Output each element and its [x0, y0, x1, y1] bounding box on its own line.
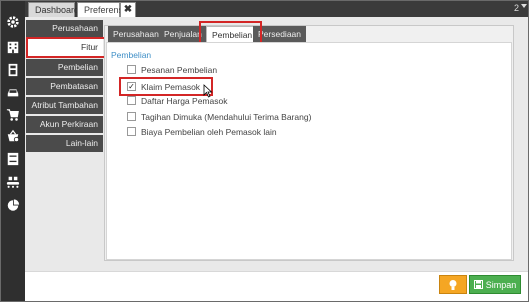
conveyor-icon[interactable] — [5, 174, 21, 190]
window-count[interactable]: 2 — [514, 3, 519, 13]
save-button-label: Simpan — [485, 279, 517, 290]
sidebar-item-pembatasan[interactable]: Pembatasan — [26, 78, 103, 95]
option-tagihan-dimuka[interactable]: Tagihan Dimuka (Mendahului Terima Barang… — [127, 111, 311, 122]
option-label: Tagihan Dimuka (Mendahului Terima Barang… — [141, 111, 312, 122]
sidebar-item-atribut-tambahan[interactable]: Atribut Tambahan — [26, 97, 103, 114]
option-pesanan-pembelian[interactable]: Pesanan Pembelian — [127, 64, 217, 75]
lightbulb-icon — [449, 279, 457, 290]
option-highlight-box — [119, 77, 213, 96]
sidebar-highlight-box — [26, 37, 106, 58]
option-label: Pesanan Pembelian — [141, 64, 218, 75]
car-icon[interactable] — [5, 84, 21, 100]
checkbox[interactable] — [127, 112, 136, 121]
checkbox[interactable] — [127, 96, 136, 105]
close-tab-icon[interactable]: ✖ — [120, 2, 136, 17]
tab-perusahaan[interactable]: Perusahaan — [108, 26, 164, 42]
tips-button[interactable] — [439, 275, 467, 294]
option-biaya-pembelian[interactable]: Biaya Pembelian oleh Pemasok lain — [127, 126, 277, 137]
archive-icon[interactable] — [5, 151, 21, 167]
save-button[interactable]: Simpan — [469, 275, 521, 294]
gear-icon[interactable] — [5, 14, 21, 30]
checkbox[interactable] — [127, 65, 136, 74]
left-icon-bar — [1, 1, 25, 301]
sidebar-item-perusahaan[interactable]: Perusahaan — [26, 20, 103, 37]
tab-dashboard[interactable]: Dashboard — [28, 2, 79, 17]
mouse-cursor-icon — [203, 84, 213, 98]
checkbox[interactable] — [127, 127, 136, 136]
tab-preferences[interactable]: Preferensi — [77, 2, 125, 17]
cart-icon[interactable] — [5, 107, 21, 123]
option-label: Daftar Harga Pemasok — [141, 95, 228, 106]
sidebar-item-pembelian[interactable]: Pembelian — [26, 59, 103, 76]
building-icon[interactable] — [5, 39, 21, 55]
sidebar-item-lain-lain[interactable]: Lain-lain — [26, 135, 103, 152]
section-title: Pembelian — [111, 50, 152, 60]
basket-icon[interactable] — [5, 128, 21, 144]
option-label: Biaya Pembelian oleh Pemasok lain — [141, 126, 277, 137]
calculator-icon[interactable] — [5, 62, 21, 78]
chevron-down-icon[interactable] — [521, 4, 527, 8]
save-icon — [473, 280, 483, 289]
sidebar-item-akun-perkiraan[interactable]: Akun Perkiraan — [26, 116, 103, 133]
pie-chart-icon[interactable] — [5, 197, 21, 213]
